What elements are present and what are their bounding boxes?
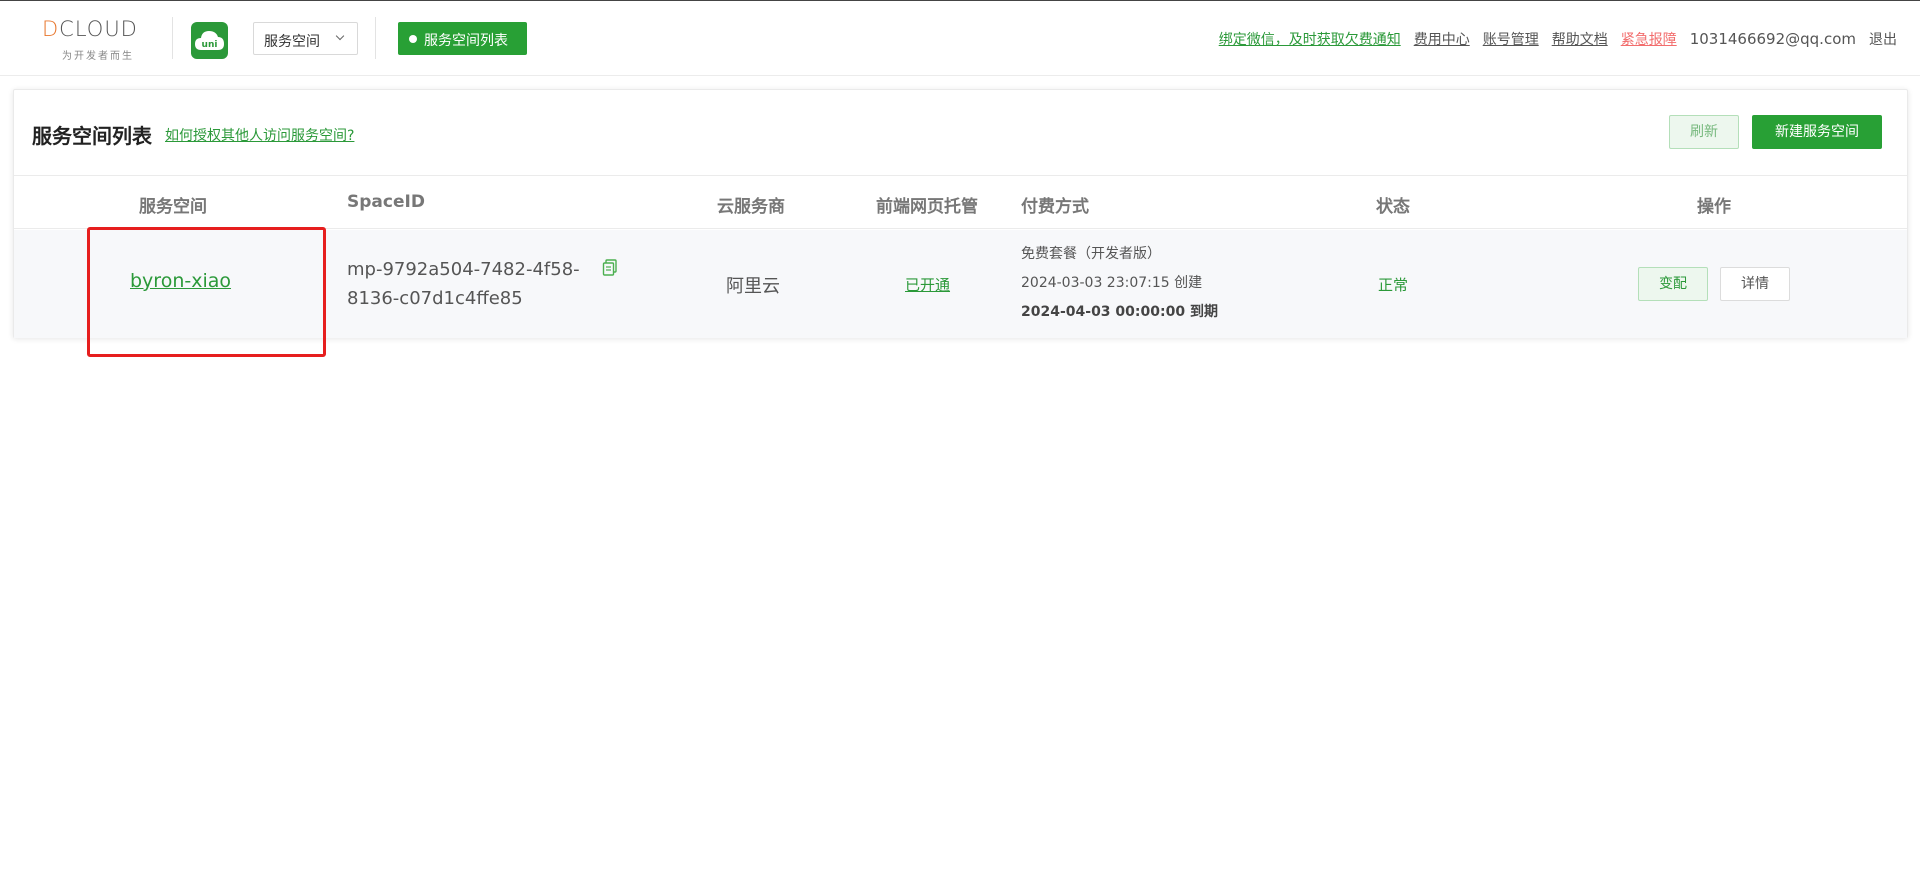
column-header-provider: 云服务商 — [717, 197, 785, 217]
emergency-report-link[interactable]: 紧急报障 — [1621, 29, 1677, 49]
uni-cloud-icon[interactable]: uni — [191, 22, 228, 59]
authorize-help-link[interactable]: 如何授权其他人访问服务空间? — [165, 125, 354, 145]
bind-wechat-link[interactable]: 绑定微信，及时获取欠费通知 — [1219, 29, 1401, 49]
svg-text:uni: uni — [202, 40, 218, 50]
column-header-status: 状态 — [1376, 197, 1410, 217]
header-divider — [375, 17, 376, 59]
header-links: 绑定微信，及时获取欠费通知 费用中心 账号管理 帮助文档 紧急报障 103146… — [1219, 29, 1897, 49]
column-header-actions: 操作 — [1697, 197, 1731, 217]
space-name-link[interactable]: byron-xiao — [130, 270, 231, 292]
user-email[interactable]: 1031466692@qq.com — [1690, 30, 1856, 48]
column-header-hosting: 前端网页托管 — [876, 197, 978, 217]
header-divider — [172, 17, 173, 59]
space-id-value: mp-9792a504-7482-4f58- 8136-c07d1c4ffe85 — [347, 255, 580, 313]
reconfigure-button[interactable]: 变配 — [1638, 267, 1708, 301]
table-header: 服务空间 SpaceID 云服务商 前端网页托管 付费方式 状态 操作 — [14, 175, 1907, 229]
account-management-link[interactable]: 账号管理 — [1483, 29, 1539, 49]
status-badge: 正常 — [1378, 276, 1409, 294]
help-docs-link[interactable]: 帮助文档 — [1552, 29, 1608, 49]
page-title: 服务空间列表 — [32, 124, 152, 148]
details-button[interactable]: 详情 — [1720, 267, 1790, 301]
logout-link[interactable]: 退出 — [1869, 29, 1897, 49]
column-header-payment: 付费方式 — [1021, 197, 1089, 217]
space-type-select-value: 服务空间 — [264, 34, 320, 50]
hosting-enabled-link[interactable]: 已开通 — [905, 274, 950, 295]
expire-time: 2024-04-03 00:00:00 到期 — [1021, 304, 1218, 320]
space-list-card: 服务空间列表 如何授权其他人访问服务空间? 刷新 新建服务空间 服务空间 Spa… — [13, 89, 1908, 338]
space-id-line: mp-9792a504-7482-4f58- — [347, 259, 580, 280]
chevron-down-icon — [335, 31, 345, 41]
table-row: byron-xiao mp-9792a504-7482-4f58- 8136-c… — [14, 230, 1907, 338]
column-header-space: 服务空间 — [139, 197, 207, 217]
refresh-button[interactable]: 刷新 — [1669, 115, 1739, 149]
active-dot-icon — [409, 35, 417, 43]
plan-name: 免费套餐（开发者版） — [1021, 246, 1161, 262]
logo-tagline: 为开发者而生 — [62, 51, 134, 62]
dcloud-logo[interactable]: DCLOUD 为开发者而生 — [42, 17, 154, 62]
logo-wordmark: DCLOUD — [42, 17, 138, 41]
space-list-nav-label: 服务空间列表 — [424, 33, 508, 49]
space-type-select[interactable]: 服务空间 — [253, 22, 358, 55]
space-id-line: 8136-c07d1c4ffe85 — [347, 288, 523, 309]
payment-info: 免费套餐（开发者版） 2024-03-03 23:07:15 创建 2024-0… — [1021, 240, 1218, 327]
provider-value: 阿里云 — [726, 276, 780, 297]
created-time: 2024-03-03 23:07:15 创建 — [1021, 275, 1203, 291]
top-navigation-bar: DCLOUD 为开发者而生 uni 服务空间 服务空间列表 绑定微信，及时获取欠… — [0, 0, 1920, 76]
column-header-spaceid: SpaceID — [347, 192, 425, 212]
cloud-icon: uni — [195, 31, 224, 50]
billing-center-link[interactable]: 费用中心 — [1414, 29, 1470, 49]
new-space-button[interactable]: 新建服务空间 — [1752, 115, 1882, 149]
space-list-nav-button[interactable]: 服务空间列表 — [398, 22, 527, 55]
copy-icon[interactable] — [602, 259, 618, 276]
